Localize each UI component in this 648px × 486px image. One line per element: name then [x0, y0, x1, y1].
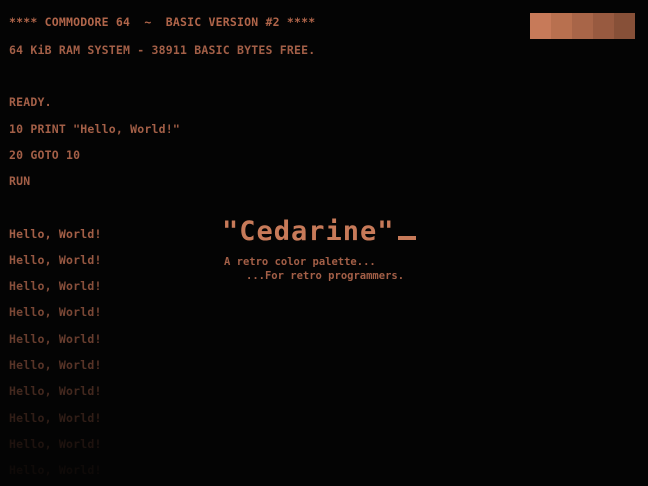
output-line: Hello, World!	[9, 253, 102, 267]
program-line-10: 10 PRINT "Hello, World!"	[9, 122, 180, 136]
output-line: Hello, World!	[9, 411, 102, 425]
output-line: Hello, World!	[9, 279, 102, 293]
palette-swatch	[530, 13, 551, 39]
output-line: Hello, World!	[9, 305, 102, 319]
palette-swatch	[614, 13, 635, 39]
output-line: Hello, World!	[9, 384, 102, 398]
output-line: Hello, World!	[9, 227, 102, 241]
output-line: Hello, World!	[9, 358, 102, 372]
program-line-20: 20 GOTO 10	[9, 148, 81, 162]
system-header: **** COMMODORE 64 ~ BASIC VERSION #2 ***…	[9, 15, 316, 29]
logo-title: "Cedarine"	[222, 216, 395, 247]
memory-info-line: 64 KiB RAM SYSTEM - 38911 BASIC BYTES FR…	[9, 43, 316, 57]
tagline-secondary: ...For retro programmers.	[246, 270, 405, 282]
palette-swatch	[593, 13, 614, 39]
terminal-screen: **** COMMODORE 64 ~ BASIC VERSION #2 ***…	[0, 0, 648, 486]
run-command: RUN	[9, 174, 31, 188]
output-line: Hello, World!	[9, 332, 102, 346]
output-line: Hello, World!	[9, 463, 102, 477]
palette-swatch	[551, 13, 572, 39]
palette-swatch	[572, 13, 593, 39]
title-block: "Cedarine" A retro color palette... ...F…	[222, 214, 482, 282]
output-line: Hello, World!	[9, 437, 102, 451]
logo-title-row: "Cedarine"	[222, 214, 482, 250]
ready-prompt: READY.	[9, 95, 52, 109]
tagline-primary: A retro color palette...	[224, 256, 376, 268]
color-palette-strip	[530, 13, 635, 39]
cursor-icon	[397, 236, 416, 240]
